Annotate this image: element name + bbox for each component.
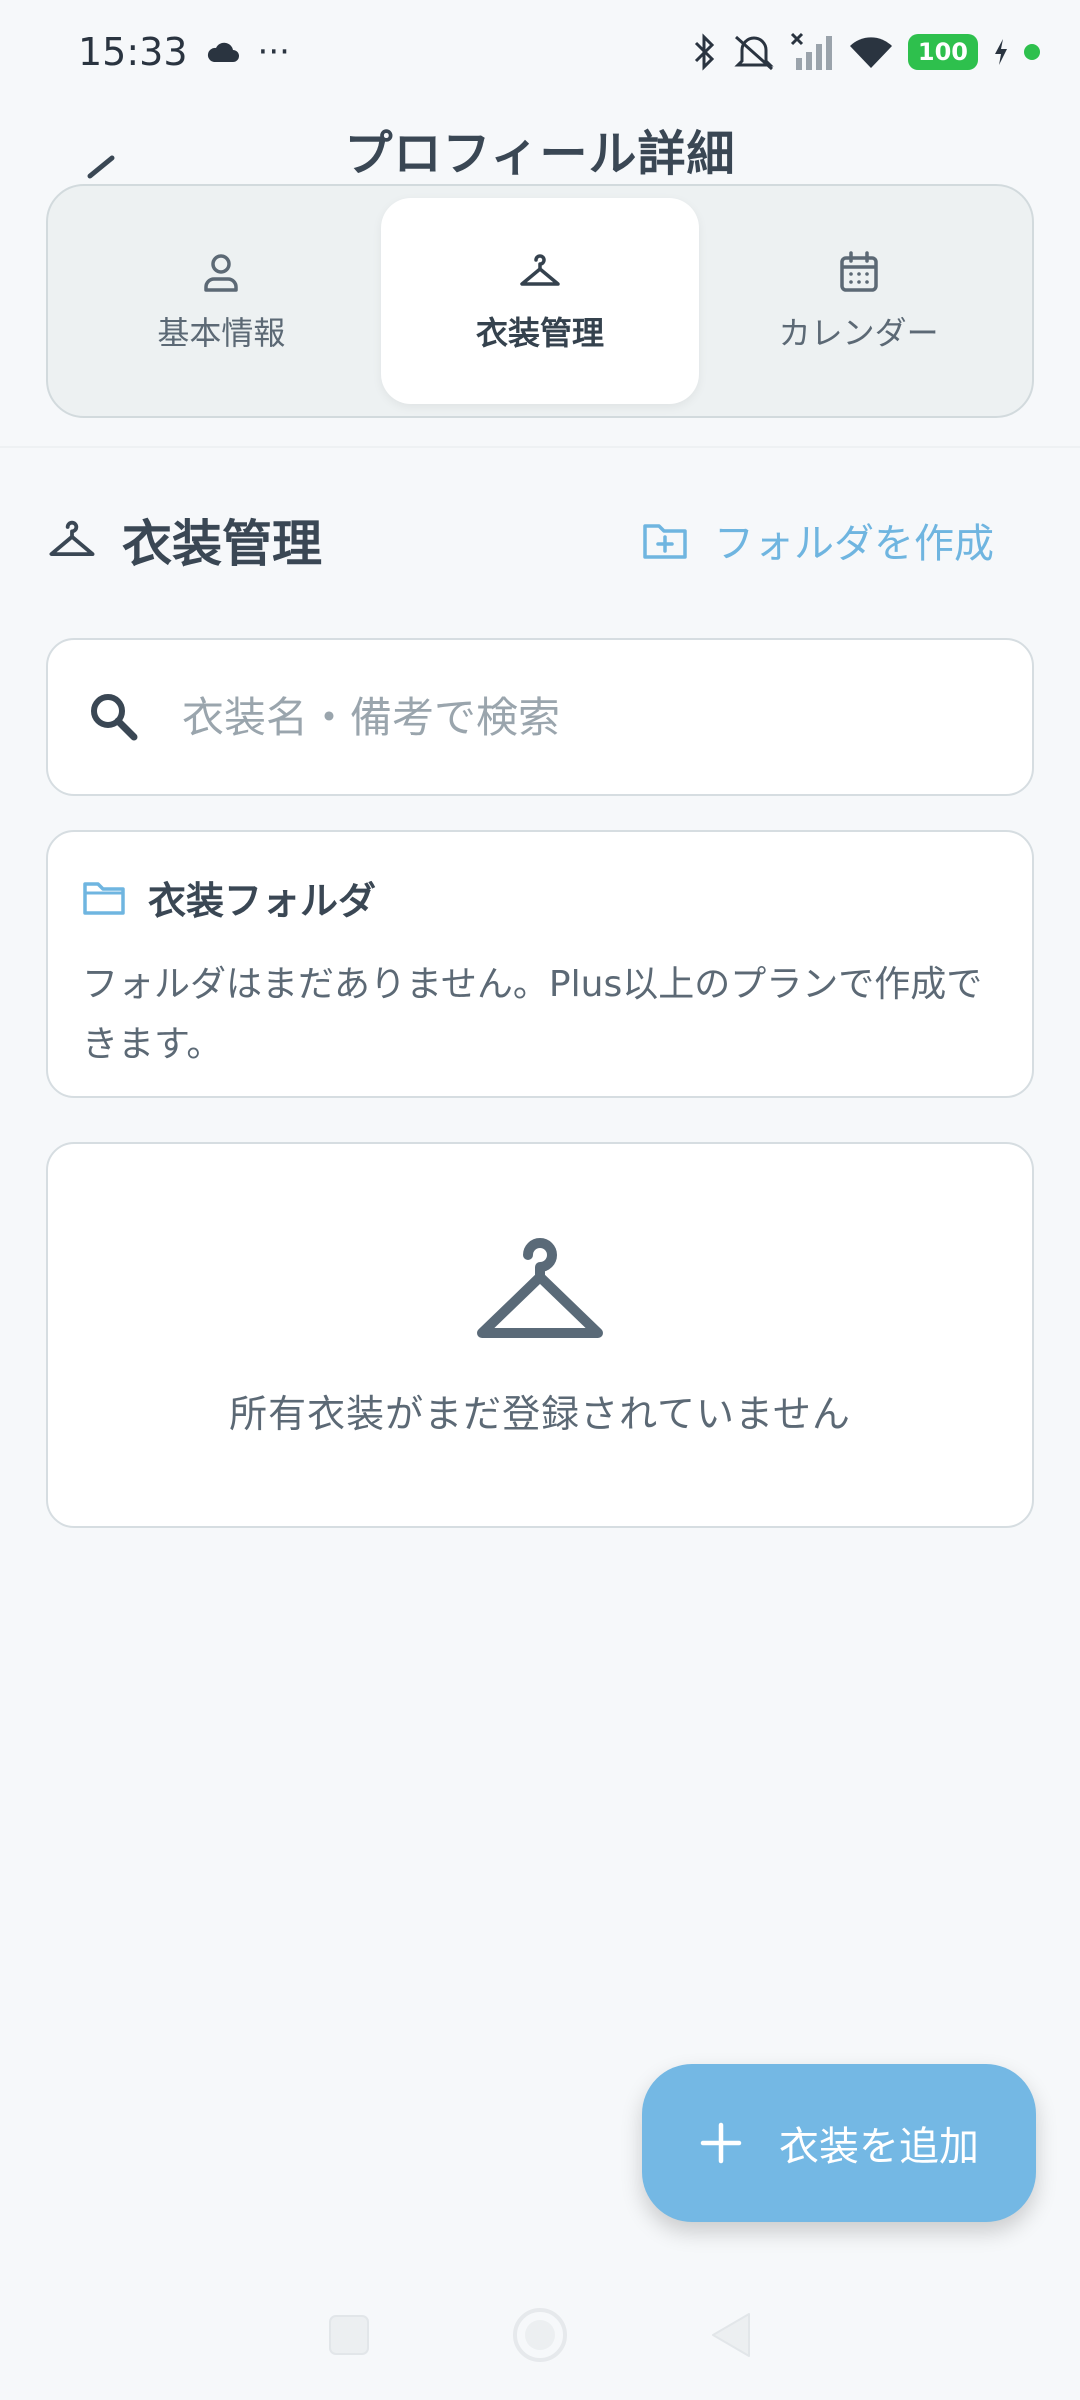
tab-label: カレンダー <box>778 314 939 352</box>
person-icon <box>204 254 239 292</box>
bluetooth-icon <box>694 33 715 71</box>
hanger-icon <box>520 254 560 286</box>
status-bar: 15:33 ··· 100 <box>0 0 1080 104</box>
tab-bar: 基本情報 衣装管理 カレンダー <box>46 184 1034 418</box>
back-nav-icon[interactable] <box>709 2310 753 2360</box>
add-costume-label: 衣装を追加 <box>779 2124 979 2170</box>
tab-basic-info[interactable]: 基本情報 <box>62 198 381 404</box>
hanger-icon <box>477 1237 603 1338</box>
status-more: ··· <box>257 32 290 72</box>
charging-icon <box>995 39 1007 65</box>
tab-label: 基本情報 <box>157 314 286 352</box>
back-icon[interactable] <box>78 124 138 184</box>
wifi-icon <box>849 37 892 68</box>
app-header: プロフィール詳細 <box>0 104 1080 194</box>
section-title-wrap: 衣装管理 <box>46 504 322 576</box>
status-left: 15:33 ··· <box>78 30 290 74</box>
folder-card: 衣装フォルダ フォルダはまだありません。Plus以上のプランで作成できます。 <box>46 830 1034 1098</box>
mute-icon <box>734 35 774 71</box>
add-costume-button[interactable]: 衣装を追加 <box>642 2064 1036 2222</box>
folder-card-description: フォルダはまだありません。Plus以上のプランで作成できます。 <box>82 964 983 1065</box>
active-dot <box>1024 44 1040 60</box>
hanger-icon <box>49 520 95 556</box>
signal-icon <box>790 32 832 70</box>
section-header: 衣装管理 フォルダを作成 <box>46 498 1034 582</box>
home-icon[interactable] <box>511 2306 569 2364</box>
tab-label: 衣装管理 <box>476 314 605 352</box>
battery-indicator: 100 <box>907 34 978 70</box>
search-icon <box>91 694 138 741</box>
divider <box>0 446 1080 448</box>
create-folder-label: フォルダを作成 <box>714 521 994 567</box>
tab-costume-management[interactable]: 衣装管理 <box>380 198 700 404</box>
empty-state-message: 所有衣装がまだ登録されていません <box>229 1391 851 1436</box>
page-title: プロフィール詳細 <box>344 126 736 182</box>
recents-icon[interactable] <box>327 2313 371 2357</box>
tab-calendar[interactable]: カレンダー <box>699 198 1018 404</box>
empty-state-card: 所有衣装がまだ登録されていません <box>46 1142 1034 1528</box>
folder-card-title: 衣装フォルダ <box>148 879 377 923</box>
folder-plus-icon <box>643 524 687 559</box>
cloud-icon <box>207 42 239 62</box>
status-right: 100 <box>692 32 1040 72</box>
search-input[interactable] <box>182 692 942 742</box>
search-bar <box>46 638 1034 796</box>
status-time: 15:33 <box>78 30 188 74</box>
create-folder-button[interactable]: フォルダを作成 <box>642 511 1034 569</box>
calendar-icon <box>839 251 878 292</box>
section-title: 衣装管理 <box>122 515 322 573</box>
plus-icon <box>700 2122 742 2164</box>
system-nav-bar <box>0 2290 1080 2380</box>
folder-card-header: 衣装フォルダ <box>82 870 998 925</box>
folder-icon <box>83 881 125 915</box>
